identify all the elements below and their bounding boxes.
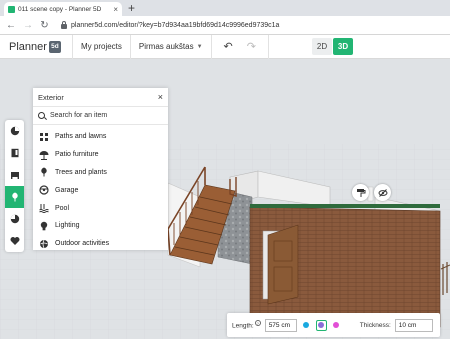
info-icon[interactable]: ? <box>254 320 261 327</box>
pink-dot-icon <box>333 322 340 328</box>
tree-icon <box>41 167 47 177</box>
exterior-catalog-panel: Exterior × Search for an item Paths and … <box>33 88 168 250</box>
catalog-item-trees-and-plants[interactable]: Trees and plants <box>33 164 168 182</box>
my-projects-button[interactable]: My projects <box>73 42 130 51</box>
catalog-search-input[interactable]: Search for an item <box>33 107 168 125</box>
exterior-icon <box>11 192 18 202</box>
panel-header: Exterior × <box>33 88 168 107</box>
hide-object-button[interactable] <box>374 184 391 201</box>
toolbar-favorites-button[interactable] <box>5 230 24 252</box>
view-mode-toggle: 2D 3D <box>312 38 353 55</box>
toolbar-rooms-button[interactable] <box>5 120 24 142</box>
logo-text: Planner <box>9 40 47 53</box>
toolbar-doors-windows-button[interactable] <box>5 142 24 164</box>
view-3d-button[interactable]: 3D <box>333 38 353 55</box>
car-icon <box>39 185 49 195</box>
redo-icon[interactable]: ↷ <box>247 40 256 53</box>
catalog-item-label: Trees and plants <box>55 168 107 176</box>
eye-off-icon <box>378 188 387 197</box>
tab-close-icon[interactable]: × <box>113 5 118 14</box>
thickness-input[interactable]: 10 cm <box>394 318 433 332</box>
catalog-item-patio-furniture[interactable]: Patio furniture <box>33 146 168 164</box>
back-arrow-icon[interactable]: ← <box>6 20 16 31</box>
search-placeholder: Search for an item <box>50 112 108 119</box>
toolbar-decor-button[interactable] <box>5 208 24 230</box>
new-tab-button[interactable]: + <box>128 1 135 15</box>
catalog-item-paths-and-lawns[interactable]: Paths and lawns <box>33 128 168 146</box>
search-icon <box>38 112 45 119</box>
view-2d-button[interactable]: 2D <box>312 38 332 55</box>
browser-addressbar: ← → ↻ planner5d.com/editor/?key=b7d934aa… <box>0 16 450 35</box>
floor-selector-label: Pirmas aukštas <box>138 42 194 51</box>
catalog-item-label: Pool <box>55 204 70 212</box>
room-icon <box>10 126 19 136</box>
wall-mode-center-button[interactable] <box>315 319 327 331</box>
close-icon[interactable]: × <box>158 92 163 102</box>
chevron-down-icon: ▼ <box>196 43 203 50</box>
url-text: planner5d.com/editor/?key=b7d934aa19bfd6… <box>71 21 280 29</box>
catalog-item-pool[interactable]: Pool <box>33 199 168 217</box>
url-field[interactable]: planner5d.com/editor/?key=b7d934aa19bfd6… <box>57 18 444 32</box>
paint-roller-icon <box>356 188 365 197</box>
catalog-item-label: Lighting <box>55 222 80 230</box>
browser-tab[interactable]: 011 scene copy - Planner 5D × <box>4 2 122 16</box>
toolbar-furniture-button[interactable] <box>5 164 24 186</box>
catalog-item-label: Patio furniture <box>55 151 99 159</box>
header-divider <box>267 34 269 59</box>
favorites-icon <box>10 237 19 245</box>
purple-dot-icon <box>318 322 325 328</box>
catalog-item-label: Paths and lawns <box>55 133 107 141</box>
length-input[interactable]: 575 cm <box>264 318 297 332</box>
bulb-icon <box>40 221 48 231</box>
wall-mode-right-button[interactable] <box>331 320 342 331</box>
reload-icon[interactable]: ↻ <box>40 20 49 31</box>
umbrella-icon <box>39 150 49 160</box>
catalog-item-lighting[interactable]: Lighting <box>33 217 168 235</box>
door-window-icon <box>11 148 18 158</box>
planner5d-favicon-icon <box>8 5 15 13</box>
browser-tabstrip: 011 scene copy - Planner 5D × + <box>0 0 450 16</box>
left-category-toolbar <box>5 120 24 252</box>
paths-icon <box>40 132 48 141</box>
planner5d-logo[interactable]: Planner 5d <box>0 40 72 53</box>
wall-mode-left-button[interactable] <box>301 320 312 331</box>
paint-roller-button[interactable] <box>352 184 369 201</box>
wall-dimension-bar: Length:? 575 cm Thickness: 10 cm <box>227 313 440 337</box>
catalog-item-outdoor-activities[interactable]: Outdoor activities <box>33 235 168 253</box>
tab-title: 011 scene copy - Planner 5D <box>18 5 102 13</box>
undo-icon[interactable]: ↶ <box>224 40 233 53</box>
floor-selector[interactable]: Pirmas aukštas ▼ <box>131 42 211 51</box>
furniture-icon <box>10 172 19 179</box>
panel-title: Exterior <box>38 92 64 102</box>
lock-icon <box>61 20 67 29</box>
catalog-list: Paths and lawns Patio furniture Trees an… <box>33 125 168 253</box>
catalog-item-garage[interactable]: Garage <box>33 181 168 199</box>
catalog-item-label: Garage <box>55 186 79 194</box>
undo-redo-group: ↶ ↷ <box>212 40 268 53</box>
brick-building <box>249 204 441 328</box>
catalog-item-label: Outdoor activities <box>55 240 110 248</box>
app-header: Planner 5d My projects Pirmas aukštas ▼ … <box>0 34 450 59</box>
length-label: Length:? <box>232 320 261 330</box>
wooden-door <box>267 224 299 305</box>
logo-badge: 5d <box>48 40 61 53</box>
thickness-label: Thickness: <box>359 321 391 329</box>
pool-icon <box>39 204 49 214</box>
decor-icon <box>10 214 19 224</box>
toolbar-exterior-button[interactable] <box>5 186 24 208</box>
forward-arrow-icon[interactable]: → <box>23 20 33 31</box>
activity-icon <box>40 239 48 248</box>
blue-dot-icon <box>303 322 310 328</box>
